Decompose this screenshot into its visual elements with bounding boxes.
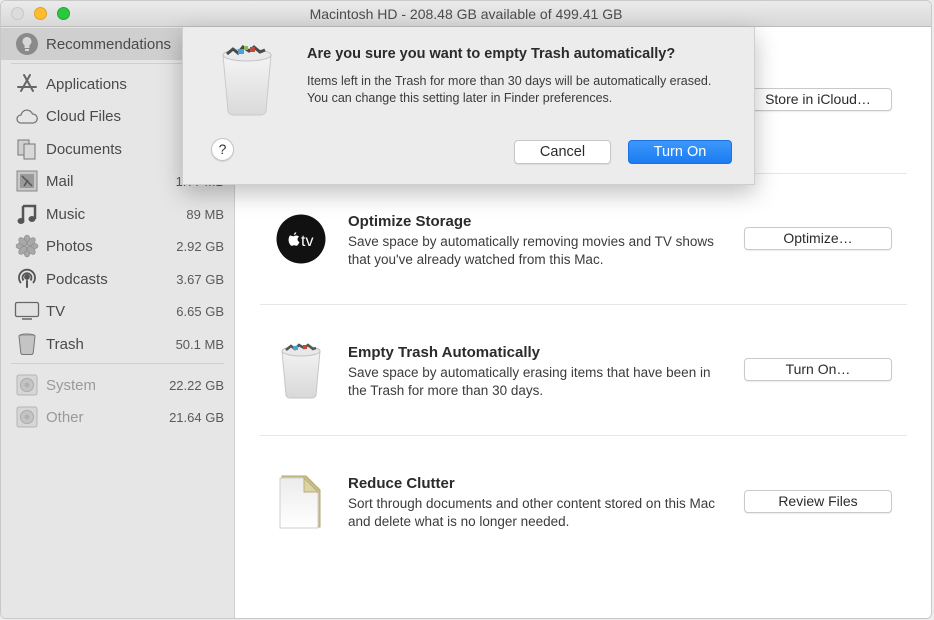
dialog-message: Items left in the Trash for more than 30… bbox=[307, 74, 712, 105]
dialog-title: Are you sure you want to empty Trash aut… bbox=[307, 46, 676, 62]
apple-tv-icon: tv bbox=[276, 214, 326, 270]
cancel-button[interactable]: Cancel bbox=[514, 140, 611, 164]
sidebar-item-size: 2.92 GB bbox=[176, 238, 224, 254]
lightbulb-icon bbox=[14, 31, 40, 57]
full-trash-icon bbox=[276, 343, 326, 399]
photos-flower-icon bbox=[14, 233, 40, 259]
sidebar-item-label: Photos bbox=[46, 237, 93, 255]
podcasts-icon bbox=[14, 266, 40, 292]
sidebar-item-size: 89 MB bbox=[186, 206, 224, 222]
system-disk-icon bbox=[14, 372, 40, 398]
recommendation-title: Reduce Clutter bbox=[348, 475, 455, 492]
mail-icon bbox=[14, 168, 40, 194]
sidebar-item-label: Podcasts bbox=[46, 270, 108, 288]
review-files-button[interactable]: Review Files bbox=[744, 490, 892, 513]
confirm-turn-on-button[interactable]: Turn On bbox=[628, 140, 732, 164]
sidebar-item-label: Mail bbox=[46, 172, 74, 190]
sidebar-item-size: 6.65 GB bbox=[176, 303, 224, 319]
empty-trash-confirmation-dialog: Are you sure you want to empty Trash aut… bbox=[182, 27, 755, 185]
sidebar-item-other: Other 21.64 GB bbox=[1, 401, 235, 433]
sidebar-item-label: Music bbox=[46, 205, 86, 223]
sidebar-item-label: Other bbox=[46, 408, 84, 426]
full-trash-icon bbox=[219, 43, 275, 117]
sidebar-item-label: Applications bbox=[46, 75, 127, 93]
sidebar-divider bbox=[11, 363, 224, 364]
sidebar-item-size: 3.67 GB bbox=[176, 271, 224, 287]
music-note-icon bbox=[14, 201, 40, 227]
help-button[interactable]: ? bbox=[211, 138, 234, 161]
sidebar-item-photos[interactable]: Photos 2.92 GB bbox=[1, 230, 235, 262]
documents-icon bbox=[14, 136, 40, 162]
title-bar[interactable]: Macintosh HD - 208.48 GB available of 49… bbox=[1, 1, 931, 27]
sidebar-item-label: TV bbox=[46, 302, 66, 320]
trash-icon bbox=[14, 331, 40, 357]
window-title: Macintosh HD - 208.48 GB available of 49… bbox=[309, 6, 623, 22]
app-store-icon bbox=[14, 71, 40, 97]
sidebar-item-size: 22.22 GB bbox=[169, 377, 224, 393]
storage-management-window: Macintosh HD - 208.48 GB available of 49… bbox=[0, 0, 932, 619]
sidebar-item-label: Documents bbox=[46, 140, 122, 158]
recommendation-title: Optimize Storage bbox=[348, 213, 472, 230]
sidebar-item-system: System 22.22 GB bbox=[1, 369, 235, 401]
recommendation-empty-trash: Empty Trash Automatically Save space by … bbox=[236, 305, 931, 436]
recommendation-description: Sort through documents and other content… bbox=[348, 496, 715, 529]
recommendation-title: Empty Trash Automatically bbox=[348, 344, 540, 361]
sidebar-item-label: Cloud Files bbox=[46, 107, 122, 125]
sidebar-item-size: 21.64 GB bbox=[169, 409, 224, 425]
recommendation-description: Save space by automatically removing mov… bbox=[348, 234, 714, 267]
cloud-icon bbox=[14, 103, 40, 129]
sidebar-item-podcasts[interactable]: Podcasts 3.67 GB bbox=[1, 263, 235, 295]
sidebar-item-music[interactable]: Music 89 MB bbox=[1, 198, 235, 230]
sidebar-item-trash[interactable]: Trash 50.1 MB bbox=[1, 328, 235, 360]
recommendation-description: Save space by automatically erasing item… bbox=[348, 365, 711, 398]
optimize-button[interactable]: Optimize… bbox=[744, 227, 892, 250]
sidebar-item-label: Trash bbox=[46, 335, 84, 353]
store-in-icloud-button[interactable]: Store in iCloud… bbox=[744, 88, 892, 111]
svg-text:tv: tv bbox=[301, 233, 313, 250]
tv-icon bbox=[14, 298, 40, 324]
sidebar-item-tv[interactable]: TV 6.65 GB bbox=[1, 295, 235, 327]
turn-on-button[interactable]: Turn On… bbox=[744, 358, 892, 381]
other-disk-icon bbox=[14, 404, 40, 430]
document-icon bbox=[278, 474, 328, 530]
sidebar-item-size: 50.1 MB bbox=[175, 336, 224, 352]
recommendation-optimize-storage: tv Optimize Storage Save space by automa… bbox=[236, 174, 931, 305]
recommendation-reduce-clutter: Reduce Clutter Sort through documents an… bbox=[236, 436, 931, 567]
sidebar-item-label: System bbox=[46, 376, 97, 394]
sidebar-item-label: Recommendations bbox=[46, 35, 172, 53]
